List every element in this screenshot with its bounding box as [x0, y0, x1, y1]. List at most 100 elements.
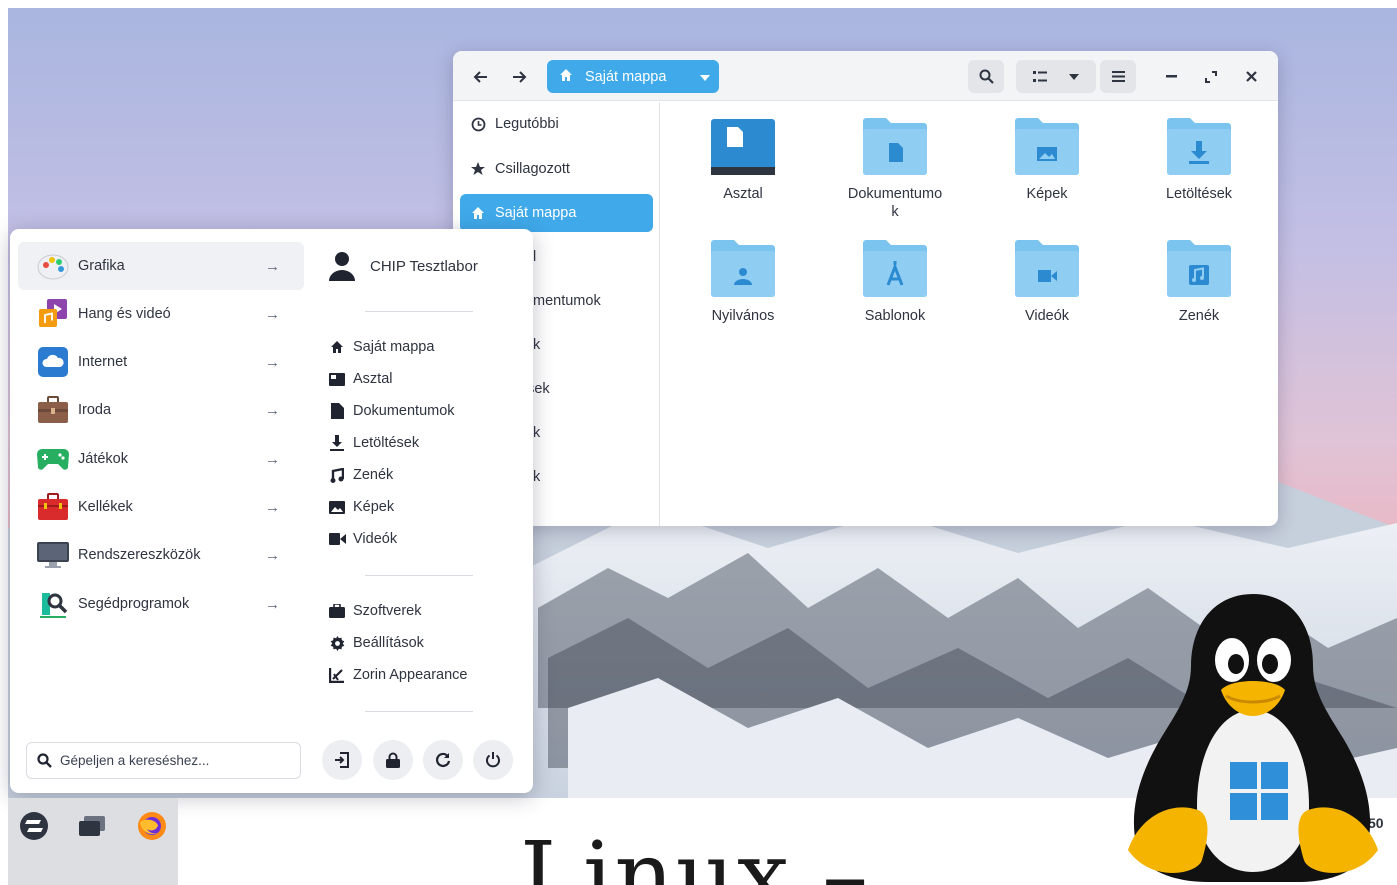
graphics-icon	[36, 250, 70, 282]
category-utilities[interactable]: Segédprogramok →	[18, 580, 304, 628]
place-label: Saját mappa	[353, 339, 435, 355]
sidebar-item-label: Saját mappa	[495, 205, 577, 221]
system-label: Beállítások	[353, 635, 424, 651]
category-accessories[interactable]: Kellékek →	[18, 483, 304, 531]
folder-item-templates[interactable]: Sablonok	[835, 239, 955, 325]
sidebar-item-label: l	[533, 249, 537, 265]
place-music[interactable]: Zenék	[328, 462, 393, 488]
firefox-button[interactable]	[134, 808, 170, 844]
folder-item-desktop[interactable]: Asztal	[683, 117, 803, 203]
user-icon	[329, 252, 355, 281]
downloads-folder-icon	[1167, 118, 1231, 175]
system-label: Zorin Appearance	[353, 667, 468, 683]
place-downloads[interactable]: Letöltések	[328, 430, 419, 456]
sound-video-icon	[36, 298, 70, 330]
desktop-folder-icon	[711, 119, 775, 175]
zorin-menu-button[interactable]	[16, 808, 52, 844]
file-manager-headerbar: Saját mappa	[453, 51, 1278, 101]
firefox-icon	[138, 812, 166, 840]
folder-item-downloads[interactable]: Letöltések	[1139, 117, 1259, 203]
back-button[interactable]	[467, 60, 495, 93]
software-icon	[328, 604, 346, 618]
arrow-right-icon: →	[265, 305, 280, 323]
user-account[interactable]: CHIP Tesztlabor	[328, 249, 478, 283]
music-icon	[328, 467, 346, 483]
sidebar-item-starred[interactable]: Csillagozott	[460, 150, 653, 188]
folder-label: Zenék	[1178, 308, 1220, 324]
sidebar-item-pictures[interactable]: k	[533, 414, 726, 452]
lock-button[interactable]	[373, 740, 413, 780]
sidebar-item-downloads[interactable]: ések	[519, 370, 712, 408]
clock-icon	[469, 117, 487, 132]
video-icon	[328, 533, 346, 545]
place-pictures[interactable]: Képek	[328, 494, 394, 520]
workspaces-button[interactable]	[74, 808, 110, 844]
sidebar-item-music[interactable]: k	[533, 326, 726, 364]
search-button[interactable]	[968, 60, 1004, 93]
download-icon	[328, 435, 346, 451]
place-videos[interactable]: Videók	[328, 526, 397, 552]
main-menu-button[interactable]	[1100, 60, 1136, 93]
place-label: Zenék	[353, 467, 394, 483]
category-label: Grafika	[78, 258, 125, 274]
category-label: Segédprogramok	[78, 596, 190, 612]
maximize-button[interactable]	[1197, 60, 1225, 93]
system-settings[interactable]: Beállítások	[328, 630, 424, 656]
system-software[interactable]: Szoftverek	[328, 598, 422, 624]
category-office[interactable]: Iroda →	[18, 386, 304, 434]
folder-item-music[interactable]: Zenék	[1139, 239, 1259, 325]
workspaces-icon	[79, 816, 105, 836]
sidebar-item-recent[interactable]: Legutóbbi	[460, 105, 653, 143]
sidebar-item-label: k	[533, 337, 541, 353]
close-button[interactable]	[1237, 60, 1265, 93]
sidebar-item-videos[interactable]: k	[533, 458, 726, 496]
place-label: Asztal	[353, 371, 393, 387]
folder-item-documents[interactable]: Dokumentumo k	[835, 117, 955, 221]
home-icon	[559, 68, 573, 86]
menu-search-field[interactable]: Gépeljen a kereséshez...	[26, 742, 301, 779]
folder-item-videos[interactable]: Videók	[987, 239, 1107, 325]
folder-item-pictures[interactable]: Képek	[987, 117, 1107, 203]
separator	[365, 311, 473, 312]
category-games[interactable]: Játékok →	[18, 435, 304, 483]
chevron-down-icon	[700, 69, 710, 85]
sidebar-item-label: Legutóbbi	[495, 116, 559, 132]
place-label: Videók	[353, 531, 398, 547]
games-icon	[36, 443, 70, 475]
separator	[365, 575, 473, 576]
category-system-tools[interactable]: Rendszereszközök →	[18, 531, 304, 579]
place-home[interactable]: Saját mappa	[328, 334, 434, 360]
arrow-left-icon	[473, 70, 487, 83]
logout-icon	[335, 752, 349, 768]
category-graphics[interactable]: Grafika →	[18, 242, 304, 290]
category-label: Játékok	[78, 451, 128, 467]
arrow-right-icon: →	[265, 450, 280, 468]
view-options-button[interactable]	[1016, 60, 1096, 93]
logout-button[interactable]	[322, 740, 362, 780]
hamburger-icon	[1111, 71, 1125, 82]
minimize-icon	[1165, 75, 1177, 78]
category-internet[interactable]: Internet →	[18, 338, 304, 386]
path-bar-current-folder[interactable]: Saját mappa	[547, 60, 719, 93]
taskbar	[8, 798, 178, 885]
minimize-button[interactable]	[1157, 60, 1185, 93]
category-sound-video[interactable]: Hang és videó →	[18, 290, 304, 338]
folder-item-public[interactable]: Nyilvános	[683, 239, 803, 325]
sidebar-item-label: k	[533, 425, 541, 441]
power-button[interactable]	[473, 740, 513, 780]
folder-label: Képek	[1026, 186, 1068, 202]
search-icon	[979, 69, 994, 84]
forward-button[interactable]	[505, 60, 533, 93]
list-view-icon	[1033, 70, 1047, 82]
folder-label: Asztal	[723, 186, 763, 202]
search-icon	[37, 753, 52, 768]
templates-folder-icon	[863, 240, 927, 297]
folder-label: Dokumentumo k	[847, 186, 943, 220]
sidebar-item-home[interactable]: Saját mappa	[460, 194, 653, 232]
arrow-right-icon: →	[265, 546, 280, 564]
sidebar-item-label: k	[533, 469, 541, 485]
system-zorin-appearance[interactable]: Zorin Appearance	[328, 662, 467, 688]
place-documents[interactable]: Dokumentumok	[328, 398, 455, 424]
restart-button[interactable]	[423, 740, 463, 780]
place-desktop[interactable]: Asztal	[328, 366, 393, 392]
